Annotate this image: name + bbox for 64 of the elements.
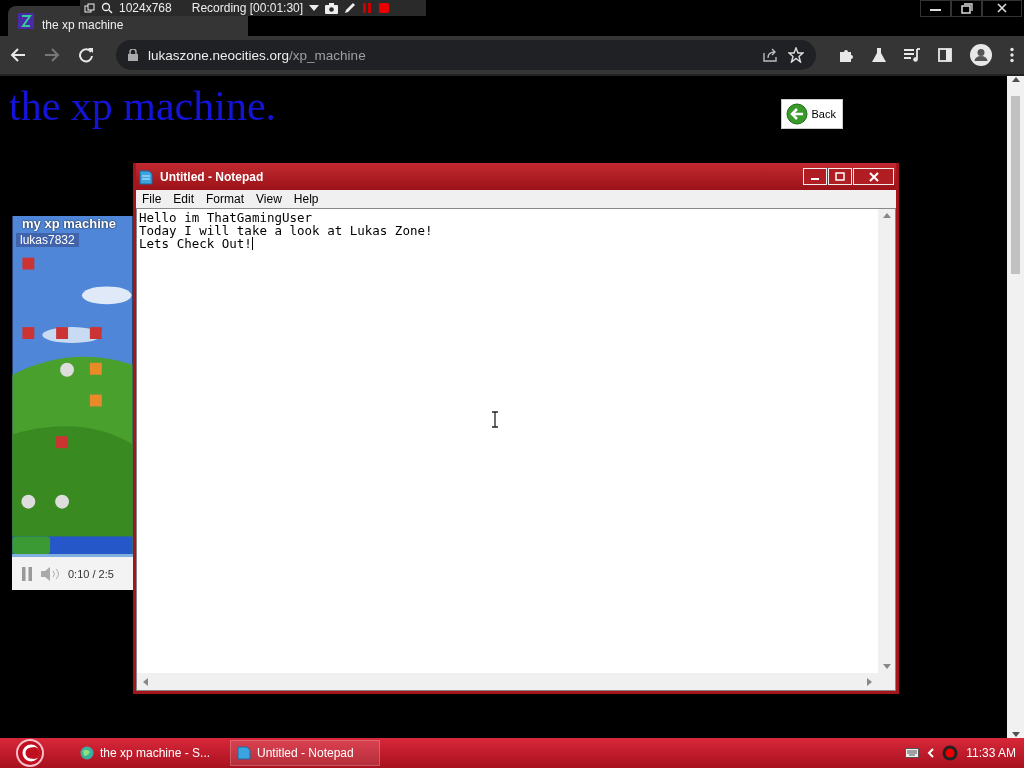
scroll-right-icon[interactable] xyxy=(867,677,872,686)
menu-item[interactable]: Format xyxy=(200,192,251,206)
dropdown-icon[interactable] xyxy=(309,4,320,12)
back-button[interactable]: Back xyxy=(780,99,843,129)
channel-name[interactable]: lukas7832 xyxy=(16,233,79,247)
stop-icon[interactable] xyxy=(378,2,391,14)
scrollbar-thumb[interactable] xyxy=(1011,96,1020,274)
search-icon[interactable] xyxy=(101,2,113,14)
camera-icon[interactable] xyxy=(325,2,339,14)
scroll-down-icon[interactable] xyxy=(882,664,891,669)
minimize-button[interactable] xyxy=(803,168,827,185)
page-heading: the xp machine. xyxy=(9,82,277,130)
back-arrow-icon[interactable] xyxy=(10,47,26,63)
profile-avatar-icon[interactable] xyxy=(970,44,992,66)
menu-item[interactable]: Edit xyxy=(167,192,201,206)
video-title[interactable]: my xp machine xyxy=(22,216,116,231)
text-line: Lets Check Out! xyxy=(139,237,254,250)
minimize-icon[interactable] xyxy=(920,0,951,17)
video-time: 0:10 / 2:5 xyxy=(68,567,114,580)
close-button[interactable] xyxy=(853,168,894,185)
puzzle-icon[interactable] xyxy=(838,47,854,63)
pause-icon[interactable] xyxy=(362,2,373,14)
scrollbar[interactable] xyxy=(137,673,878,690)
notepad-icon xyxy=(139,168,153,185)
pause-icon[interactable] xyxy=(20,565,34,582)
flask-icon[interactable] xyxy=(872,47,886,63)
menu-item[interactable]: File xyxy=(136,192,168,206)
reload-icon[interactable] xyxy=(78,47,94,63)
text-cursor-icon xyxy=(491,411,499,428)
lock-icon xyxy=(128,49,138,61)
maximize-icon xyxy=(835,172,845,181)
globe-icon xyxy=(80,746,94,760)
taskbar-button[interactable]: the xp machine - S... xyxy=(74,740,224,766)
share-icon[interactable] xyxy=(762,47,778,63)
scroll-left-icon[interactable] xyxy=(143,677,148,686)
scrollbar[interactable] xyxy=(878,209,895,673)
taskbar-button[interactable]: Untitled - Notepad xyxy=(230,740,380,766)
forward-arrow-icon[interactable] xyxy=(44,47,60,63)
video-player[interactable]: my xp machine lukas7832 0:10 / 2:5 xyxy=(12,216,133,590)
scroll-up-icon[interactable] xyxy=(882,213,891,218)
keyboard-icon[interactable] xyxy=(905,748,920,758)
close-icon xyxy=(868,171,879,182)
address-bar[interactable]: lukaszone.neocities.org/xp_machine xyxy=(116,40,816,70)
start-orb-icon[interactable] xyxy=(14,739,46,767)
pencil-icon[interactable] xyxy=(344,2,357,14)
playlist-icon[interactable] xyxy=(904,48,920,62)
maximize-button[interactable] xyxy=(828,168,852,185)
star-icon[interactable] xyxy=(788,47,804,63)
record-icon[interactable] xyxy=(942,745,959,761)
window-title: Untitled - Notepad xyxy=(160,169,265,184)
menu-icon[interactable] xyxy=(1010,47,1014,63)
scrollbar[interactable] xyxy=(1007,76,1024,738)
chevron-left-icon[interactable] xyxy=(927,748,935,758)
site-logo-icon xyxy=(18,13,34,29)
windows-icon[interactable] xyxy=(84,2,95,14)
restore-icon[interactable] xyxy=(951,0,982,17)
menu-item[interactable]: View xyxy=(250,192,288,206)
clock: 11:33 AM xyxy=(966,746,1016,760)
text-line: Hello im ThatGamingUser xyxy=(139,211,313,224)
notepad-icon xyxy=(237,746,251,760)
close-icon[interactable] xyxy=(982,0,1022,17)
side-panel-icon[interactable] xyxy=(938,48,952,62)
text-line: Today I will take a look at Lukas Zone! xyxy=(139,224,434,237)
menu-item[interactable]: Help xyxy=(287,192,325,206)
